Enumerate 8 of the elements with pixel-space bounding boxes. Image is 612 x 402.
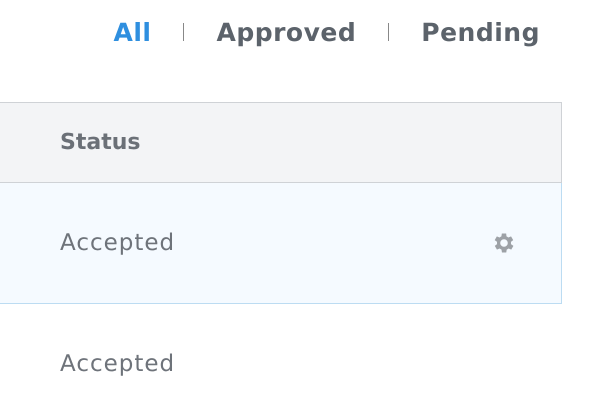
table-row[interactable]: Accepted: [0, 304, 562, 402]
table-row[interactable]: Accepted: [0, 183, 562, 304]
status-cell-text: Accepted: [60, 230, 176, 256]
filter-tab[interactable]: All: [113, 18, 152, 46]
column-header: Status: [60, 130, 140, 155]
filter-tab[interactable]: Pending: [421, 18, 540, 46]
status-cell-text: Accepted: [60, 350, 176, 376]
filter-tab[interactable]: Approved: [216, 18, 356, 46]
